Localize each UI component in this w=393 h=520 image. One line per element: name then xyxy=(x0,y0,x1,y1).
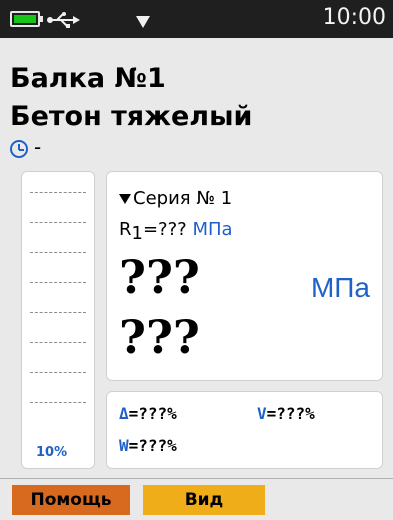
r1-value: =??? xyxy=(142,219,193,240)
w-symbol: W xyxy=(119,436,129,455)
main-value: ??? xyxy=(119,250,200,304)
w-value: =???% xyxy=(128,436,177,455)
stat-v: V=???% xyxy=(257,404,315,423)
usb-icon xyxy=(47,12,80,28)
signal-icon xyxy=(136,16,150,28)
delta-value: =???% xyxy=(128,404,177,423)
main-screen: Балка №1 Бетон тяжелый - 10% Серия № 1 R… xyxy=(0,38,393,478)
scale-bar: 10% xyxy=(21,171,95,469)
series-selector[interactable]: Серия № 1 xyxy=(119,188,232,209)
time-value: - xyxy=(34,135,42,159)
view-button[interactable]: Вид xyxy=(143,485,265,515)
r1-subscript: 1 xyxy=(131,223,143,244)
status-bar: 10:00 xyxy=(0,0,393,38)
clock-time: 10:00 xyxy=(322,5,386,30)
series-label: Серия № 1 xyxy=(133,188,233,209)
measurement-panel[interactable]: Серия № 1 R1=??? МПа ??? ??? МПа xyxy=(106,171,383,381)
stat-delta: Δ=???% xyxy=(119,404,177,423)
v-value: =???% xyxy=(266,404,315,423)
statistics-panel: Δ=???% V=???% W=???% xyxy=(106,391,383,469)
second-value: ??? xyxy=(119,310,200,364)
clock-icon xyxy=(10,140,28,158)
r1-prefix: R xyxy=(119,219,132,240)
main-unit: МПа xyxy=(310,272,370,303)
battery-icon xyxy=(10,11,43,27)
r1-readout: R1=??? МПа xyxy=(119,219,233,244)
v-symbol: V xyxy=(257,404,267,423)
material-name: Бетон тяжелый xyxy=(10,101,253,132)
r1-unit: МПа xyxy=(192,219,233,240)
delta-symbol: Δ xyxy=(119,404,129,423)
help-button[interactable]: Помощь xyxy=(12,485,130,515)
object-name: Балка №1 xyxy=(10,63,166,94)
softkey-bar: Помощь Вид xyxy=(0,478,393,520)
stat-w: W=???% xyxy=(119,436,177,455)
scale-percent-label: 10% xyxy=(36,445,68,460)
scale-ticks xyxy=(30,192,86,403)
triangle-down-icon xyxy=(119,194,131,204)
